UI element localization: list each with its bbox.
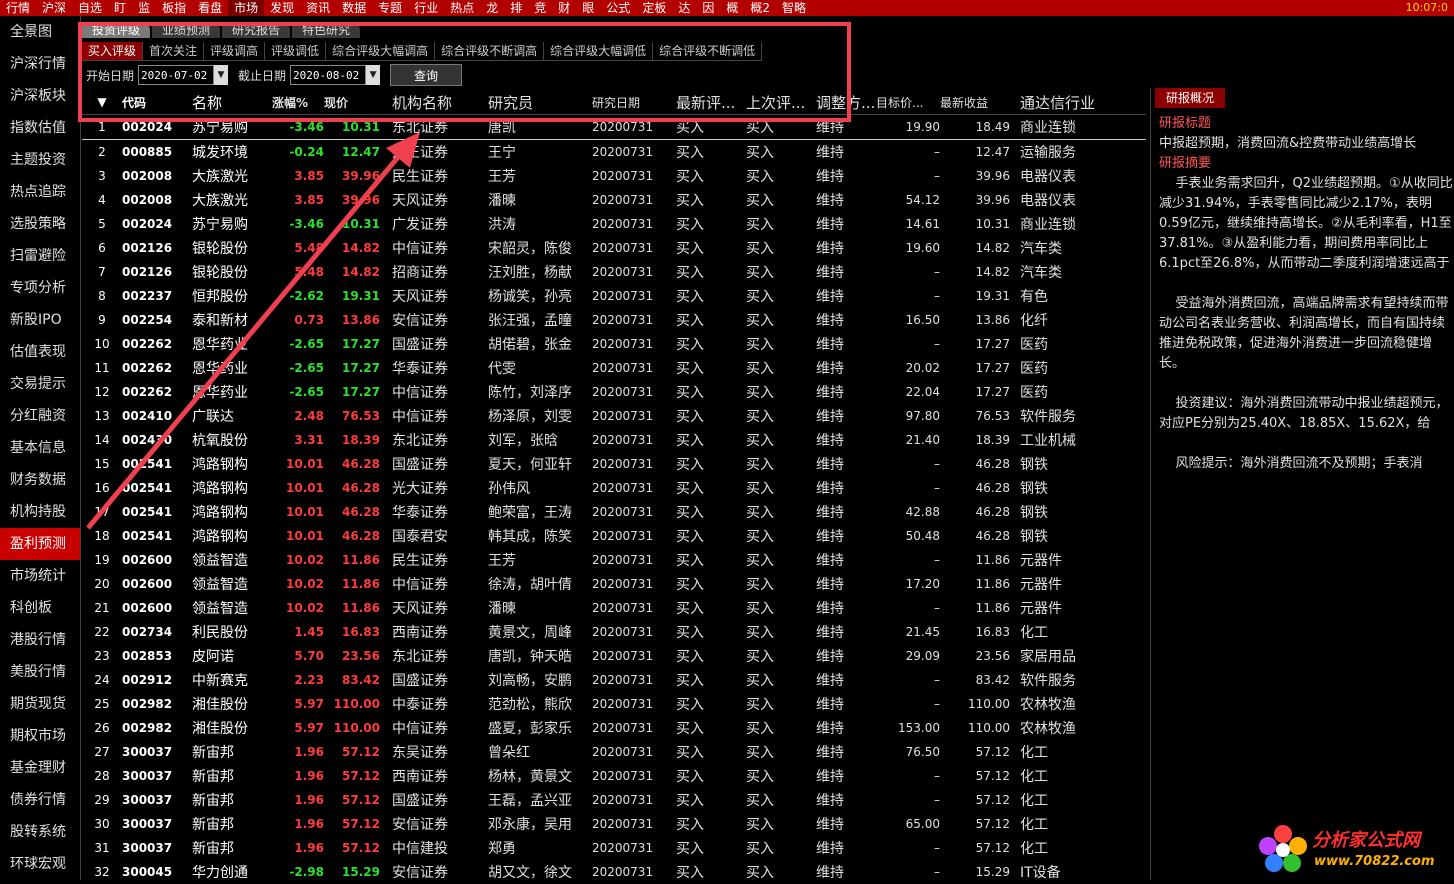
report-title: 中报超预期，消费回流&控费带动业绩高增长 [1159, 136, 1417, 151]
report-content: 研报标题 中报超预期，消费回流&控费带动业绩高增长 研报摘要 手表业务需求回升，… [1159, 114, 1454, 474]
report-summary-heading: 研报摘要 [1159, 156, 1212, 171]
watermark-title: 分析家公式网 [1312, 830, 1420, 851]
report-summary-p1: 手表业务需求回升，Q2业绩超预期。①从收同比减少31.94%，手表零售同比减少2… [1159, 176, 1453, 271]
report-summary-p2: 受益海外消费回流，高端品牌需求有望持续而带动公司名表业务营收、利润高增长，而自有… [1159, 296, 1449, 371]
annotation-arrow-line [86, 148, 406, 530]
report-overview-tab[interactable]: 研报概况 [1155, 88, 1225, 108]
report-summary-p4: 风险提示：海外消费回流不及预期；手表消 [1159, 456, 1423, 471]
watermark-logo: 分析家公式网 www.70822.com [1256, 818, 1452, 878]
report-summary-p3: 投资建议：海外消费回流带动中报业绩超预元，对应PE分别为25.40X、18.85… [1159, 396, 1449, 431]
report-title-heading: 研报标题 [1159, 116, 1212, 131]
report-summary-panel: 研报概况 研报标题 中报超预期，消费回流&控费带动业绩高增长 研报摘要 手表业务… [1150, 88, 1454, 880]
flower-logo-icon [1259, 825, 1307, 872]
watermark-url: www.70822.com [1314, 854, 1435, 869]
